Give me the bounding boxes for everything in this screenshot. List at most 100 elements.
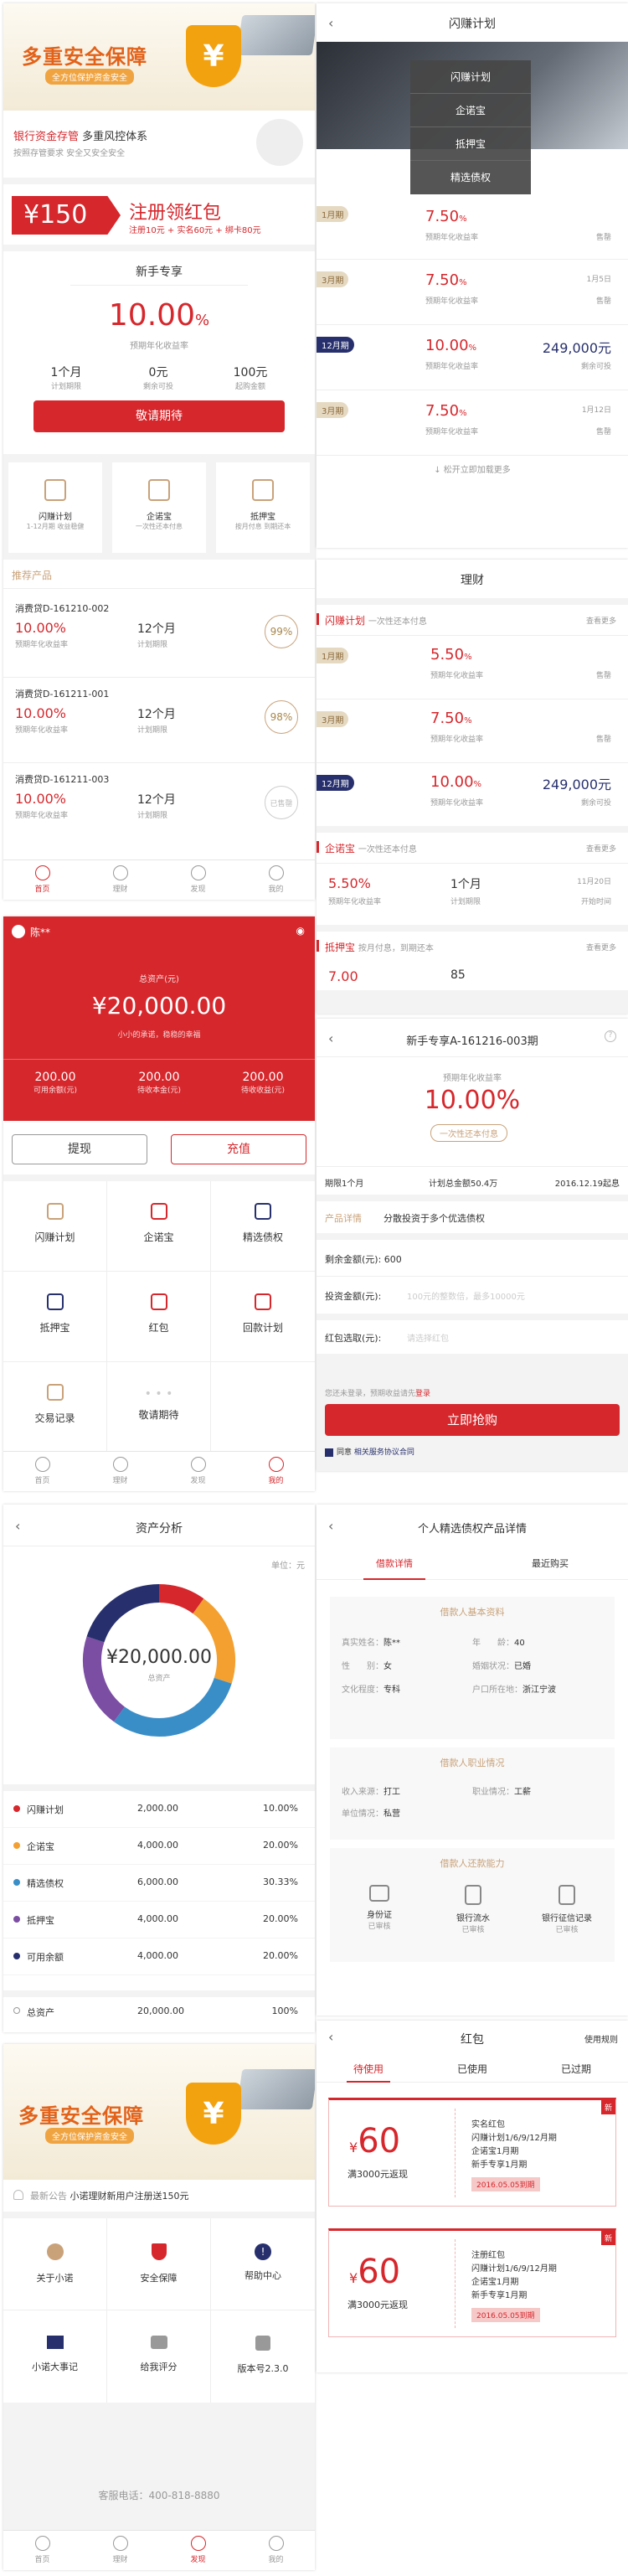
remain-row: 剩余金额(元): 600 bbox=[317, 1240, 628, 1277]
basic-info-card: 借款人基本资料 真实姓名：陈** 年 龄：40 性 别：女 婚姻状况：已婚 文化… bbox=[330, 1597, 615, 1739]
tab-invest[interactable]: 理财 bbox=[81, 860, 159, 900]
redpacket-row[interactable]: 红包选取(元): 请选择红包 bbox=[317, 1320, 628, 1354]
avatar[interactable] bbox=[12, 925, 25, 938]
product-row-2[interactable]: 消费贷D-161211-001 10.00% 预期年化收益率 12个月 计划期限… bbox=[3, 682, 315, 762]
redpacket-select[interactable]: 请选择红包 bbox=[407, 1331, 449, 1344]
plan-row[interactable]: 3月期 7.50% 预期年化收益率 1月5日 售罄 bbox=[317, 260, 628, 325]
menu-item-flash[interactable]: 闪赚计划 bbox=[410, 60, 531, 94]
tab-mine[interactable]: 我的 bbox=[237, 2531, 315, 2570]
tab-home[interactable]: 首页 bbox=[3, 860, 81, 900]
tab-mine[interactable]: 我的 bbox=[237, 1452, 315, 1491]
item-rate-us[interactable]: 给我评分 bbox=[107, 2310, 211, 2403]
tab-discover[interactable]: 发现 bbox=[159, 860, 237, 900]
coming-soon-button[interactable]: 敬请期待 bbox=[33, 400, 285, 432]
legend-row: 抵押宝 4,000.00 20.00% bbox=[3, 1902, 315, 1938]
tab-discover[interactable]: 发现 bbox=[159, 2531, 237, 2570]
donut-slice bbox=[86, 1584, 160, 1643]
help-icon[interactable]: ? bbox=[605, 1030, 616, 1042]
tab-invest[interactable]: 理财 bbox=[81, 2531, 159, 2570]
login-link[interactable]: 登录 bbox=[415, 1390, 430, 1398]
grid-redpacket[interactable]: 红包 bbox=[107, 1272, 211, 1362]
discover-icon bbox=[190, 865, 206, 880]
tab-discover[interactable]: 发现 bbox=[159, 1452, 237, 1491]
tab-invest[interactable]: 理财 bbox=[81, 1452, 159, 1491]
product-rate: 10.00% bbox=[424, 1086, 521, 1115]
product-row-3[interactable]: 消费贷D-161211-003 10.00% 预期年化收益率 12个月 计划期限… bbox=[3, 767, 315, 848]
feature-enterprise[interactable]: 企诺宝 一次性还本付息 bbox=[112, 462, 206, 553]
screen-red-packets: ‹ 红包 使用规则 待使用 已使用 已过期 ¥60 满3000元返现 实名红包 … bbox=[317, 2021, 628, 2372]
tab-recent-buy[interactable]: 最近购买 bbox=[472, 1556, 628, 1570]
recommend-title: 推荐产品 bbox=[12, 570, 53, 581]
recharge-button[interactable]: 充值 bbox=[171, 1134, 306, 1164]
item-help[interactable]: ! 帮助中心 bbox=[211, 2218, 315, 2310]
page-title[interactable]: 闪赚计划 bbox=[317, 15, 628, 32]
plan-row[interactable]: 12月期 10.00% 预期年化收益率 249,000元 剩余可投 bbox=[317, 762, 628, 826]
invest-input-row[interactable]: 投资金额(元): 100元的整数倍，最多10000元 bbox=[317, 1277, 628, 1314]
detail-row[interactable]: 产品详情 分散投资于多个优选债权 bbox=[317, 1201, 628, 1233]
plan-row[interactable]: 1月期 7.50% 预期年化收益率 售罄 bbox=[317, 196, 628, 260]
tab-unused[interactable]: 待使用 bbox=[317, 2062, 420, 2076]
invest-icon bbox=[112, 2536, 128, 2551]
tab-mine[interactable]: 我的 bbox=[237, 860, 315, 900]
withdraw-button[interactable]: 提现 bbox=[12, 1134, 147, 1164]
plan-row[interactable]: 3月期 7.50% 预期年化收益率 1月12日 售罄 bbox=[317, 390, 628, 456]
grid-records[interactable]: 交易记录 bbox=[3, 1362, 107, 1453]
item-security[interactable]: 安全保障 bbox=[107, 2218, 211, 2310]
notice-bar[interactable]: 最新公告 小诺理财新用户注册送150元 bbox=[3, 2180, 315, 2212]
legend-dot bbox=[13, 1916, 20, 1923]
building-icon bbox=[150, 1203, 167, 1220]
discover-banner[interactable]: 多重安全保障 全方位保护资金安全 ¥ bbox=[3, 2044, 315, 2180]
invest-amount-input[interactable]: 100元的整数倍，最多10000元 bbox=[407, 1289, 525, 1302]
eye-icon[interactable]: ◉ bbox=[296, 925, 305, 937]
menu-item-credit[interactable]: 精选债权 bbox=[410, 161, 531, 194]
enterprise-row[interactable]: 5.50% 预期年化收益率 1个月 计划期限 11月20日 开始时间 bbox=[317, 863, 628, 925]
coupon-banner[interactable]: ¥150 注册领红包 注册10元 + 实名60元 + 绑卡80元 bbox=[3, 184, 315, 245]
tab-home[interactable]: 首页 bbox=[3, 2531, 81, 2570]
tab-used[interactable]: 已使用 bbox=[420, 2062, 524, 2076]
feature-flash[interactable]: 闪赚计划 1-12月期 收益稳健 bbox=[8, 462, 102, 553]
coupon-card[interactable]: ¥60 满3000元返现 实名红包 闪赚计划1/6/9/12月期 企诺宝1月期 … bbox=[328, 2098, 616, 2207]
nav-bar: ‹ 资产分析 bbox=[3, 1505, 315, 1546]
grid-enterprise[interactable]: 企诺宝 bbox=[107, 1181, 211, 1272]
shield-icon: ¥ bbox=[186, 2083, 241, 2145]
item-milestones[interactable]: 小诺大事记 bbox=[3, 2310, 107, 2403]
nav-bar: ‹ 闪赚计划 bbox=[317, 3, 628, 42]
plan-row[interactable]: 3月期 7.50% 预期年化收益率 售罄 bbox=[317, 699, 628, 762]
more-link[interactable]: 查看更多 bbox=[586, 843, 616, 854]
more-link[interactable]: 查看更多 bbox=[586, 942, 616, 952]
legend-name: 抵押宝 bbox=[27, 1915, 54, 1926]
tab-bar: 首页 理财 发现 我的 bbox=[3, 2530, 315, 2570]
hotline[interactable]: 客服电话：400-818-8880 bbox=[3, 2488, 315, 2502]
item-about[interactable]: 关于小诺 bbox=[3, 2218, 107, 2310]
job-info-card: 借款人职业情况 收入来源：打工 职业情况：工薪 单位情况：私营 bbox=[330, 1747, 615, 1840]
total-assets: ¥20,000.00 bbox=[91, 992, 227, 1020]
user-icon bbox=[268, 865, 284, 880]
home-banner[interactable]: 多重安全保障 全方位保护资金安全 ¥ bbox=[3, 3, 315, 111]
tab-loan-detail[interactable]: 借款详情 bbox=[317, 1556, 472, 1570]
menu-item-mortgage[interactable]: 抵押宝 bbox=[410, 127, 531, 161]
feature-mortgage[interactable]: 抵押宝 按月付息 到期还本 bbox=[216, 462, 310, 553]
grid-repayment[interactable]: 回款计划 bbox=[211, 1272, 315, 1362]
plan-row[interactable]: 1月期 5.50% 预期年化收益率 售罄 bbox=[317, 635, 628, 699]
legend-percent: 20.00% bbox=[263, 1840, 298, 1851]
coupon-card[interactable]: ¥60 满3000元返现 注册红包 闪赚计划1/6/9/12月期 企诺宝1月期 … bbox=[328, 2228, 616, 2337]
rules-link[interactable]: 使用规则 bbox=[584, 2032, 618, 2045]
brand-line: 银行资金存管 bbox=[13, 131, 80, 143]
product-row-1[interactable]: 消费贷D-161210-002 10.00% 预期年化收益率 12个月 计划期限… bbox=[3, 596, 315, 677]
legend-dot bbox=[13, 1953, 20, 1959]
more-link[interactable]: 查看更多 bbox=[586, 615, 616, 626]
menu-item-enterprise[interactable]: 企诺宝 bbox=[410, 94, 531, 127]
buy-button[interactable]: 立即抢购 bbox=[325, 1404, 620, 1436]
grid-mortgage[interactable]: 抵押宝 bbox=[3, 1272, 107, 1362]
page-title: 理财 bbox=[461, 574, 484, 587]
agree-row[interactable]: 同意 相关服务协议合同 bbox=[325, 1446, 414, 1457]
tabs: 借款详情 最近购买 bbox=[317, 1546, 628, 1580]
dots-icon: • • • bbox=[144, 1387, 173, 1401]
banner-title: 多重安全保障 bbox=[22, 45, 147, 69]
tab-home[interactable]: 首页 bbox=[3, 1452, 81, 1491]
grid-credit[interactable]: 精选债权 bbox=[211, 1181, 315, 1272]
plan-row[interactable]: 12月期 10.00% 预期年化收益率 249,000元 剩余可投 bbox=[317, 325, 628, 390]
grid-flash[interactable]: 闪赚计划 bbox=[3, 1181, 107, 1272]
id-card-icon bbox=[369, 1885, 389, 1902]
tab-expired[interactable]: 已过期 bbox=[524, 2062, 628, 2076]
